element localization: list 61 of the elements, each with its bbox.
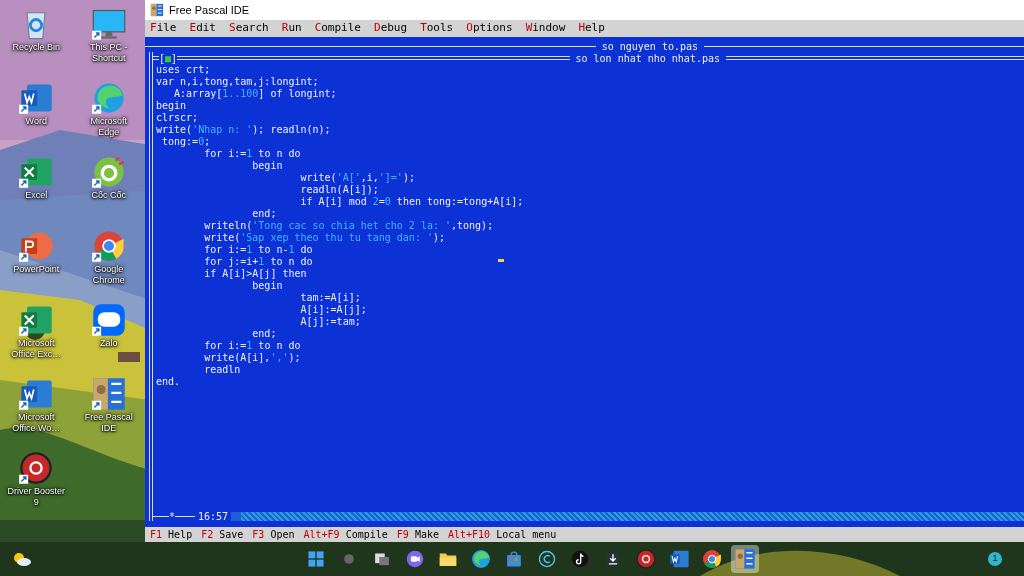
menu-item[interactable]: Debug bbox=[374, 20, 408, 37]
code-line: write(A[i],','); bbox=[203, 352, 301, 364]
taskbar-pascal-app-icon[interactable] bbox=[730, 545, 759, 573]
shortcut-hint[interactable]: F2 Save bbox=[201, 527, 244, 542]
shortcut-hint[interactable]: Alt+F10 Local menu bbox=[448, 527, 557, 542]
code-line: tam:=A[i]; bbox=[299, 292, 361, 304]
modified-marker: * bbox=[169, 509, 176, 524]
code-line: end. bbox=[156, 376, 181, 388]
code-line: uses crt; bbox=[156, 64, 211, 76]
chat-app-icon[interactable] bbox=[90, 302, 127, 338]
menu-item[interactable]: Search bbox=[229, 20, 269, 37]
code-line: for i:=1 to n do bbox=[203, 340, 301, 352]
code-line: write('A[',i,']='); bbox=[299, 172, 415, 184]
code-line: begin bbox=[251, 280, 283, 292]
text-cursor bbox=[498, 259, 504, 262]
code-line: A:array[1..100] of longint; bbox=[173, 88, 337, 100]
horizontal-scrollbar[interactable] bbox=[231, 511, 1024, 521]
menu-item[interactable]: Edit bbox=[189, 20, 216, 37]
menu-item[interactable]: Window bbox=[525, 20, 566, 37]
menu-item[interactable]: Tools bbox=[420, 20, 454, 37]
cursor-position: 16:57 bbox=[197, 509, 230, 524]
desktop-icon-label[interactable]: Excel bbox=[6, 190, 67, 201]
menu-item[interactable]: Options bbox=[466, 20, 513, 37]
code-line: begin bbox=[251, 160, 283, 172]
close-box[interactable]: [■] bbox=[159, 50, 178, 66]
code-line: A[i]:=A[j]; bbox=[299, 304, 367, 316]
code-line: write('Sap xep theo thu tu tang dan: '); bbox=[203, 232, 445, 244]
background-tab-title[interactable]: so nguyen to.pas bbox=[595, 39, 704, 54]
code-line: end; bbox=[251, 328, 277, 340]
shortcut-hint[interactable]: F3 Open bbox=[252, 527, 295, 542]
swirl-logo-icon[interactable] bbox=[90, 80, 127, 116]
code-line: for i:=1 to n do bbox=[203, 148, 301, 160]
pascal-app-icon[interactable] bbox=[90, 376, 127, 412]
window-title: Free Pascal IDE bbox=[169, 2, 250, 18]
editor-title: so lon nhat nho nhat.pas bbox=[574, 52, 721, 66]
desktop-icon-label[interactable]: Driver Booster 9 bbox=[6, 486, 67, 508]
menu-item[interactable]: Compile bbox=[314, 20, 361, 37]
round-logo-icon[interactable] bbox=[90, 154, 127, 190]
menu-item[interactable]: File bbox=[150, 20, 177, 37]
shortcut-hint[interactable]: F1 Help bbox=[150, 527, 193, 542]
weather-icon[interactable] bbox=[12, 551, 32, 567]
code-line: A[j]:=tam; bbox=[299, 316, 361, 328]
code-line: readln(A[i]); bbox=[299, 184, 379, 196]
code-line: begin bbox=[156, 100, 187, 112]
code-line: end; bbox=[251, 208, 277, 220]
code-line: var n,i,tong,tam,j:longint; bbox=[156, 76, 319, 88]
code-line: for j:=i+1 to n do bbox=[203, 256, 313, 268]
code-line: if A[i] mod 2=0 then tong:=tong+A[i]; bbox=[299, 196, 524, 208]
code-line: if A[i]>A[j] then bbox=[203, 268, 307, 280]
browser-logo-icon[interactable] bbox=[90, 228, 127, 264]
code-line: writeln('Tong cac so chia het cho 2 la: ',tong); bbox=[203, 220, 494, 232]
shortcut-hint[interactable]: Alt+F9 Compile bbox=[303, 527, 388, 542]
menu-item[interactable]: Help bbox=[578, 20, 605, 37]
shortcut-hint[interactable]: F9 Make bbox=[396, 527, 439, 542]
menu-item[interactable]: Run bbox=[281, 20, 302, 37]
code-line: tong:=0; bbox=[161, 136, 211, 148]
code-line: for i:=1 to n-1 do bbox=[203, 244, 313, 256]
app-icon bbox=[150, 3, 164, 17]
code-line: readln bbox=[203, 364, 241, 376]
code-line: clrscr; bbox=[156, 112, 199, 124]
code-line: write('Nhap n: '); readln(n); bbox=[156, 124, 331, 136]
